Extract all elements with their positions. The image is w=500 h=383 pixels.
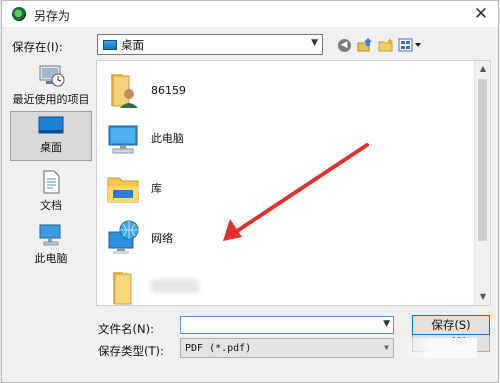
place-recent-items[interactable]: 最近使用的项目 <box>10 62 92 106</box>
place-this-pc[interactable]: 此电脑 <box>10 223 92 267</box>
scrollbar-thumb[interactable] <box>478 79 487 241</box>
back-icon: ◀ <box>337 38 351 52</box>
new-folder-button[interactable] <box>377 36 395 54</box>
file-list[interactable]: 86159 此电脑 库 网络 ▲ ▼ <box>96 60 491 306</box>
list-item[interactable]: 此电脑 <box>105 115 184 161</box>
place-label: 此电脑 <box>34 252 68 265</box>
save-in-value: 桌面 <box>121 37 144 52</box>
file-name: 网络 <box>151 232 173 245</box>
app-icon <box>12 7 26 21</box>
place-label: 桌面 <box>40 141 62 154</box>
toolbar: ◀ <box>335 36 422 54</box>
list-item[interactable] <box>105 263 199 309</box>
title-bar: 另存为 ✕ <box>2 1 498 27</box>
file-name-input[interactable]: ▼ <box>180 316 394 334</box>
file-name: 此电脑 <box>151 132 184 145</box>
documents-icon <box>43 170 60 194</box>
scroll-down-icon[interactable]: ▼ <box>475 289 491 305</box>
up-folder-icon <box>357 38 372 52</box>
user-folder-icon <box>111 74 138 108</box>
view-menu-button[interactable] <box>398 36 422 54</box>
save-button[interactable]: 保存(S) <box>412 315 490 335</box>
chevron-down-icon[interactable]: ▼ <box>383 319 390 329</box>
save-in-combobox[interactable]: 桌面 ▼ <box>97 34 323 55</box>
place-label: 最近使用的项目 <box>12 93 90 106</box>
place-label: 文档 <box>40 199 62 212</box>
close-button[interactable]: ✕ <box>470 3 492 25</box>
library-folder-icon <box>107 177 139 203</box>
watermark-overlay <box>397 338 477 358</box>
save-type-select[interactable]: PDF (*.pdf) ▼ <box>180 338 394 358</box>
save-as-dialog: 另存为 ✕ 保存在(I): 桌面 ▼ ◀ 最近使用的项目 桌面 文档 此电脑 8… <box>1 0 499 383</box>
blurred-file-name <box>151 279 199 293</box>
chevron-down-icon[interactable]: ▼ <box>384 343 389 352</box>
file-name: 库 <box>151 182 162 195</box>
folder-icon <box>113 272 132 305</box>
save-type-value: PDF (*.pdf) <box>185 342 252 354</box>
this-pc-icon <box>39 224 61 246</box>
list-item[interactable]: 网络 <box>105 215 173 261</box>
new-folder-icon <box>378 38 393 52</box>
back-button[interactable]: ◀ <box>335 36 353 54</box>
file-name: 86159 <box>151 83 186 97</box>
file-name-label: 文件名(N): <box>98 322 154 336</box>
recent-items-icon <box>39 65 65 87</box>
view-menu-icon <box>398 38 421 52</box>
vertical-scrollbar[interactable]: ▲ ▼ <box>474 61 490 305</box>
window-title: 另存为 <box>34 9 71 23</box>
place-desktop[interactable]: 桌面 <box>10 111 92 161</box>
up-one-level-button[interactable] <box>356 36 374 54</box>
save-type-label: 保存类型(T): <box>98 344 164 358</box>
places-bar: 最近使用的项目 桌面 文档 此电脑 <box>10 60 92 373</box>
scroll-up-icon[interactable]: ▲ <box>475 61 491 77</box>
list-item[interactable]: 库 <box>105 165 162 211</box>
network-icon <box>108 220 139 254</box>
chevron-down-icon[interactable]: ▼ <box>311 38 318 48</box>
desktop-icon <box>38 116 64 134</box>
place-documents[interactable]: 文档 <box>10 170 92 214</box>
save-in-label: 保存在(I): <box>12 40 63 54</box>
computer-icon <box>108 125 138 154</box>
desktop-icon <box>103 39 117 50</box>
list-item[interactable]: 86159 <box>105 67 186 113</box>
